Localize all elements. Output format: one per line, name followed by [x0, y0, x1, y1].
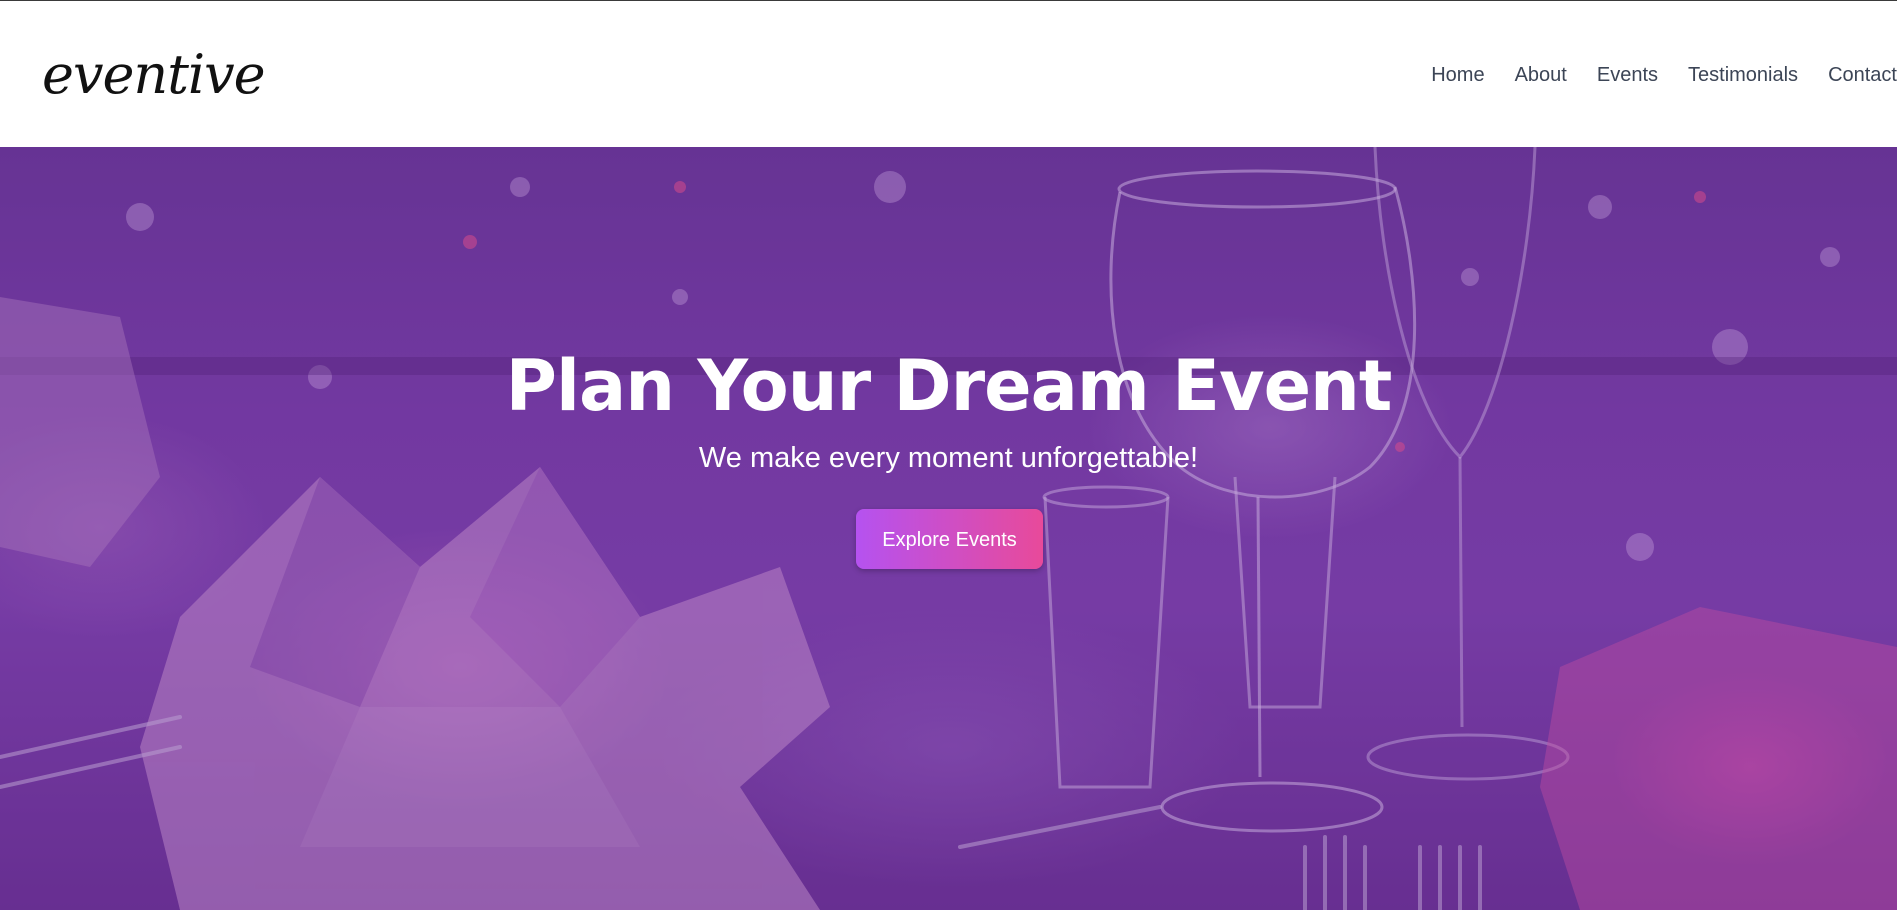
explore-events-button[interactable]: Explore Events	[856, 509, 1043, 569]
hero-section: Plan Your Dream Event We make every mome…	[0, 147, 1897, 910]
nav-contact[interactable]: Contact	[1828, 64, 1897, 87]
nav-testimonials[interactable]: Testimonials	[1688, 64, 1798, 87]
nav-events[interactable]: Events	[1597, 64, 1658, 87]
nav-about[interactable]: About	[1515, 64, 1567, 87]
hero-subtitle: We make every moment unforgettable!	[698, 442, 1199, 474]
site-header: eventive Home About Events Testimonials …	[0, 1, 1897, 147]
main-nav: Home About Events Testimonials Contact	[1401, 59, 1897, 91]
nav-home[interactable]: Home	[1431, 64, 1484, 87]
logo[interactable]: eventive	[42, 39, 266, 111]
hero-title: Plan Your Dream Event	[505, 345, 1393, 427]
